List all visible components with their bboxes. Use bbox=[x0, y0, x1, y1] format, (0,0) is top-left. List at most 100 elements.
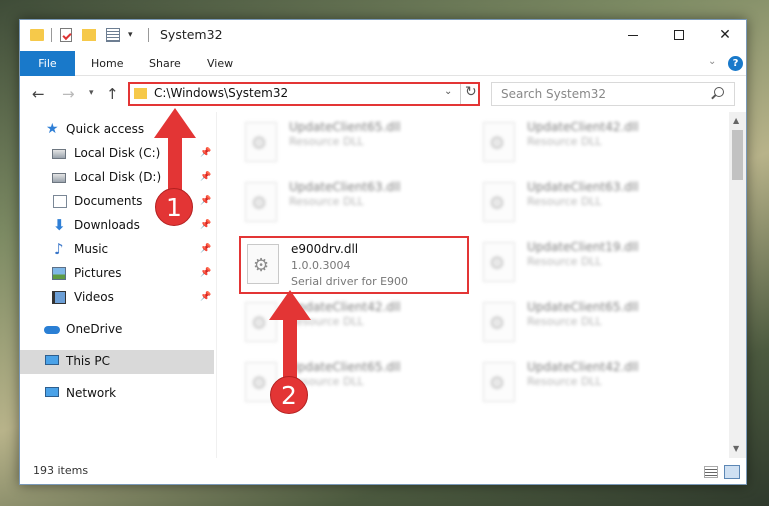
vertical-scrollbar[interactable]: ▲ ▼ bbox=[729, 112, 746, 458]
file-name: e900drv.dll bbox=[291, 242, 359, 256]
file-type: Resource DLL bbox=[527, 195, 602, 208]
file-name: UpdateClient19.dll bbox=[527, 240, 639, 254]
view-options-icon[interactable] bbox=[106, 28, 120, 42]
sidebar-item-label: Network bbox=[66, 386, 117, 400]
pin-icon[interactable]: 📌 bbox=[200, 268, 211, 278]
forward-button[interactable]: → bbox=[62, 85, 75, 103]
file-name: UpdateClient63.dll bbox=[527, 180, 639, 194]
close-button[interactable]: ✕ bbox=[702, 20, 748, 51]
file-item[interactable]: UpdateClient42.dll Resource DLL bbox=[477, 116, 707, 172]
tab-file[interactable]: File bbox=[20, 51, 75, 76]
divider bbox=[51, 28, 52, 42]
onedrive-icon bbox=[44, 326, 60, 334]
pin-icon[interactable]: 📌 bbox=[200, 172, 211, 182]
sidebar-item-label: Documents bbox=[74, 194, 143, 208]
file-item[interactable]: UpdateClient19.dll Resource DLL bbox=[477, 236, 707, 292]
file-type: Resource DLL bbox=[527, 375, 602, 388]
scrollbar-thumb[interactable] bbox=[732, 130, 743, 180]
back-button[interactable]: ← bbox=[32, 85, 45, 103]
sidebar-item-onedrive[interactable]: OneDrive bbox=[20, 318, 214, 342]
refresh-button[interactable]: ↻ bbox=[465, 84, 477, 100]
recent-locations-dropdown[interactable]: ▾ bbox=[89, 88, 94, 98]
navigation-bar: ← → ▾ ↑ C:\Windows\System32 ⌄ ↻ Search S… bbox=[20, 77, 746, 111]
pin-icon[interactable]: 📌 bbox=[200, 292, 211, 302]
tab-view[interactable]: View bbox=[207, 51, 233, 76]
dll-file-icon bbox=[245, 122, 277, 162]
file-explorer-window: ▾ System32 ✕ File Home Share View ⌄ ? ← … bbox=[19, 19, 747, 485]
customize-quick-access-dropdown[interactable]: ▾ bbox=[128, 30, 133, 48]
dll-file-icon bbox=[483, 362, 515, 402]
file-name: UpdateClient65.dll bbox=[289, 120, 401, 134]
file-item[interactable]: UpdateClient42.dll Resource DLL bbox=[477, 356, 707, 412]
file-item-e900drv[interactable]: e900drv.dll 1.0.0.3004 Serial driver for… bbox=[239, 236, 469, 294]
sidebar-item-label: Downloads bbox=[74, 218, 140, 232]
file-item[interactable]: UpdateClient63.dll Resource DLL bbox=[477, 176, 707, 232]
tab-share[interactable]: Share bbox=[149, 51, 181, 76]
dll-file-icon bbox=[483, 242, 515, 282]
sidebar-item-pictures[interactable]: Pictures 📌 bbox=[20, 262, 214, 286]
item-count: 193 items bbox=[33, 464, 89, 477]
tab-home[interactable]: Home bbox=[91, 51, 123, 76]
details-view-icon[interactable] bbox=[704, 466, 718, 478]
help-icon[interactable]: ? bbox=[728, 56, 743, 71]
downloads-icon: ⬇ bbox=[53, 216, 66, 234]
dll-file-icon bbox=[483, 182, 515, 222]
this-pc-icon bbox=[45, 355, 59, 365]
pin-icon[interactable]: 📌 bbox=[200, 244, 211, 254]
search-box[interactable]: Search System32 bbox=[491, 82, 735, 106]
sidebar-item-network[interactable]: Network bbox=[20, 382, 214, 406]
address-bar[interactable]: C:\Windows\System32 ⌄ ↻ bbox=[128, 82, 480, 106]
folder-icon bbox=[134, 88, 147, 99]
sidebar-item-label: This PC bbox=[66, 354, 110, 368]
drive-icon bbox=[52, 149, 66, 159]
music-icon: ♪ bbox=[54, 240, 64, 258]
search-placeholder[interactable]: Search System32 bbox=[501, 87, 606, 101]
file-version: 1.0.0.3004 bbox=[291, 259, 351, 272]
file-description: Serial driver for E900 bbox=[291, 275, 409, 288]
videos-icon bbox=[52, 291, 66, 304]
up-button[interactable]: ↑ bbox=[106, 85, 119, 103]
file-name: UpdateClient42.dll bbox=[527, 120, 639, 134]
window-title: System32 bbox=[160, 27, 223, 42]
network-icon bbox=[45, 387, 59, 397]
divider bbox=[460, 84, 461, 104]
search-icon[interactable] bbox=[714, 87, 724, 97]
scroll-up-arrow-icon[interactable]: ▲ bbox=[733, 116, 739, 125]
pin-icon[interactable]: 📌 bbox=[200, 196, 211, 206]
minimize-button[interactable] bbox=[610, 20, 656, 51]
properties-icon[interactable] bbox=[60, 28, 72, 42]
address-path[interactable]: C:\Windows\System32 bbox=[154, 86, 288, 100]
ribbon-tabs: File Home Share View ⌄ ? bbox=[20, 51, 746, 76]
scroll-down-arrow-icon[interactable]: ▼ bbox=[733, 444, 739, 453]
pictures-icon bbox=[52, 267, 66, 280]
new-folder-icon[interactable] bbox=[82, 29, 96, 41]
dll-file-icon bbox=[245, 182, 277, 222]
file-item[interactable]: UpdateClient63.dll Resource DLL bbox=[239, 176, 469, 232]
documents-icon bbox=[53, 195, 67, 208]
annotation-arrow-up bbox=[269, 290, 311, 388]
divider bbox=[148, 28, 149, 42]
file-name: UpdateClient65.dll bbox=[527, 300, 639, 314]
file-item[interactable]: UpdateClient65.dll Resource DLL bbox=[477, 296, 707, 352]
file-type: Resource DLL bbox=[527, 135, 602, 148]
dll-file-icon bbox=[483, 302, 515, 342]
star-icon: ★ bbox=[46, 121, 59, 137]
pin-icon[interactable]: 📌 bbox=[200, 148, 211, 158]
step-badge-1: 1 bbox=[155, 188, 193, 226]
drive-icon bbox=[52, 173, 66, 183]
file-name: UpdateClient42.dll bbox=[527, 360, 639, 374]
large-icons-view-icon[interactable] bbox=[724, 465, 740, 479]
pin-icon[interactable]: 📌 bbox=[200, 220, 211, 230]
dll-file-icon bbox=[247, 244, 279, 284]
file-item[interactable]: UpdateClient65.dll Resource DLL bbox=[239, 116, 469, 172]
expand-ribbon-chevron-icon[interactable]: ⌄ bbox=[708, 56, 716, 67]
file-type: Resource DLL bbox=[527, 255, 602, 268]
sidebar-item-music[interactable]: ♪ Music 📌 bbox=[20, 238, 214, 262]
sidebar-item-this-pc[interactable]: This PC bbox=[20, 350, 214, 374]
file-type: Resource DLL bbox=[289, 135, 364, 148]
minimize-icon bbox=[628, 34, 638, 36]
address-dropdown-icon[interactable]: ⌄ bbox=[444, 86, 452, 97]
maximize-button[interactable] bbox=[656, 20, 702, 51]
sidebar-item-videos[interactable]: Videos 📌 bbox=[20, 286, 214, 310]
sidebar-item-label: Videos bbox=[74, 290, 114, 304]
